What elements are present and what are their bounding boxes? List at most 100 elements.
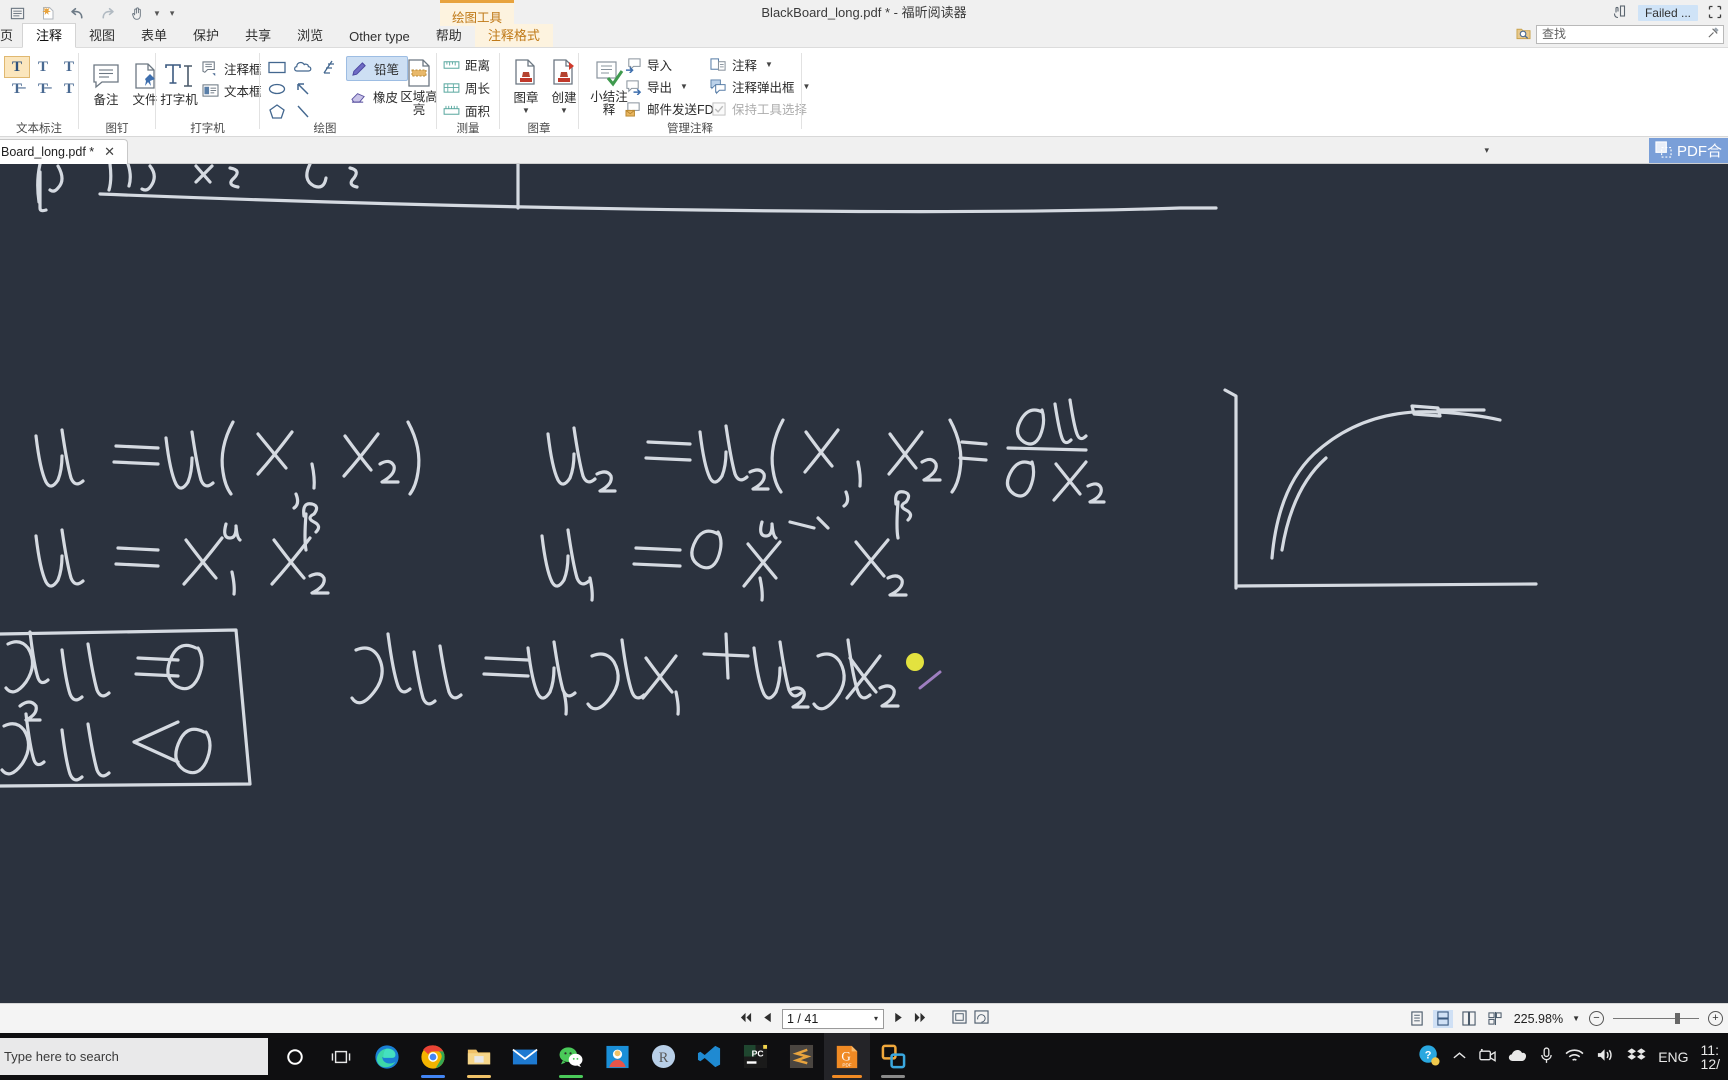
photos-icon[interactable] bbox=[594, 1033, 640, 1080]
restore-window-icon[interactable] bbox=[1708, 5, 1722, 22]
close-icon[interactable]: ✕ bbox=[104, 144, 115, 160]
mail-icon[interactable] bbox=[502, 1033, 548, 1080]
cortana-icon[interactable] bbox=[272, 1033, 318, 1080]
tab-form[interactable]: 表单 bbox=[128, 24, 180, 47]
area-measure-button[interactable]: 面积 bbox=[443, 101, 490, 120]
vmware-icon[interactable] bbox=[870, 1033, 916, 1080]
cloud-shape-icon[interactable] bbox=[290, 56, 316, 78]
annotation-list-caret-icon[interactable]: ▼ bbox=[765, 60, 773, 69]
export-caret-icon[interactable]: ▼ bbox=[680, 82, 688, 91]
search-folder-icon[interactable] bbox=[1516, 26, 1531, 43]
create-stamp-caret-icon[interactable]: ▼ bbox=[560, 106, 568, 115]
help-support-icon[interactable]: ? bbox=[1418, 1044, 1440, 1069]
failed-status-label[interactable]: Failed ... bbox=[1637, 5, 1698, 21]
microsoft-edge-icon[interactable] bbox=[364, 1033, 410, 1080]
rstudio-icon[interactable]: R bbox=[640, 1033, 686, 1080]
textbox-button[interactable]: 文本框 bbox=[202, 81, 262, 100]
customize-qat-icon[interactable]: ▾ bbox=[170, 8, 175, 19]
save-icon[interactable] bbox=[7, 3, 28, 24]
chevron-down-icon[interactable]: ▾ bbox=[1484, 145, 1489, 156]
tab-view[interactable]: 视图 bbox=[76, 24, 128, 47]
page-number-input[interactable]: 1 / 41 ▾ bbox=[782, 1008, 884, 1029]
search-go-icon[interactable] bbox=[1707, 26, 1720, 42]
redo-icon[interactable] bbox=[97, 3, 118, 24]
typewriter-button[interactable]: 打字机 bbox=[158, 56, 200, 107]
single-page-view[interactable] bbox=[1407, 1010, 1427, 1028]
new-document-icon[interactable] bbox=[37, 3, 58, 24]
two-page-continuous-view[interactable] bbox=[1485, 1010, 1505, 1028]
tab-help[interactable]: 帮助 bbox=[423, 24, 475, 47]
two-page-view[interactable] bbox=[1459, 1010, 1479, 1028]
taskbar-clock[interactable]: 11: 12/ bbox=[1701, 1043, 1720, 1071]
camera-icon[interactable] bbox=[1479, 1048, 1496, 1065]
dropbox-icon[interactable] bbox=[1627, 1047, 1646, 1066]
ellipse-shape-icon[interactable] bbox=[264, 78, 290, 100]
pdf-combine-button[interactable]: PDF合 bbox=[1648, 138, 1728, 163]
fit-page-icon[interactable] bbox=[952, 1010, 967, 1027]
zoom-dropdown-icon[interactable]: ▼ bbox=[1572, 1014, 1580, 1023]
zoom-in-button[interactable]: + bbox=[1708, 1011, 1723, 1026]
zoom-slider[interactable] bbox=[1613, 1013, 1699, 1024]
microphone-icon[interactable] bbox=[1540, 1046, 1553, 1067]
tab-protect[interactable]: 保护 bbox=[180, 24, 232, 47]
keep-tool-selected-checkbox[interactable]: 保持工具选择 bbox=[710, 99, 807, 118]
previous-page-button[interactable] bbox=[762, 1011, 773, 1027]
volume-icon[interactable] bbox=[1596, 1047, 1615, 1066]
annotation-popup-button[interactable]: 注释弹出框 ▼ bbox=[710, 77, 810, 96]
pdf-page-canvas[interactable] bbox=[0, 164, 1728, 1003]
sublime-text-icon[interactable] bbox=[778, 1033, 824, 1080]
area-highlight-button[interactable]: 区域高亮 bbox=[398, 54, 440, 117]
annotation-popup-caret-icon[interactable]: ▼ bbox=[803, 82, 811, 91]
show-hidden-icons-chevron[interactable] bbox=[1452, 1049, 1467, 1065]
ribbon-group-text-markup: T T T T̶ T̶ T 文本标注 bbox=[0, 48, 78, 137]
tab-comment-format[interactable]: 注释格式 bbox=[474, 24, 553, 47]
line-shape-icon[interactable] bbox=[290, 100, 316, 122]
tab-page[interactable]: 页 bbox=[0, 24, 22, 47]
rectangle-shape-icon[interactable] bbox=[264, 56, 290, 78]
touch-mode-icon[interactable] bbox=[1612, 4, 1628, 22]
annotation-list-button[interactable]: 注释 ▼ bbox=[710, 55, 773, 74]
mail-send-fdf-button[interactable]: 邮件发送FDF bbox=[625, 99, 721, 118]
polygon-shape-icon[interactable] bbox=[264, 100, 290, 122]
pycharm-icon[interactable]: PC bbox=[732, 1033, 778, 1080]
tab-comment[interactable]: 注释 bbox=[22, 23, 77, 48]
import-annotations-button[interactable]: 导入 bbox=[625, 55, 672, 74]
file-explorer-icon[interactable] bbox=[456, 1033, 502, 1080]
export-annotations-button[interactable]: 导出 ▼ bbox=[625, 77, 688, 96]
callout-button[interactable]: 注释框 bbox=[202, 59, 262, 78]
arrow-shape-icon[interactable] bbox=[290, 78, 316, 100]
tab-other-type[interactable]: Other type bbox=[336, 28, 423, 47]
search-input[interactable]: 查找 bbox=[1536, 25, 1724, 44]
task-view-icon[interactable] bbox=[318, 1033, 364, 1080]
google-chrome-icon[interactable] bbox=[410, 1033, 456, 1080]
wifi-icon[interactable] bbox=[1565, 1048, 1584, 1066]
tab-browse[interactable]: 浏览 bbox=[284, 24, 336, 47]
next-page-button[interactable] bbox=[893, 1011, 904, 1027]
foxit-reader-icon[interactable]: G PDF bbox=[824, 1033, 870, 1080]
stamp-caret-icon[interactable]: ▼ bbox=[522, 106, 530, 115]
onedrive-icon[interactable] bbox=[1508, 1049, 1528, 1065]
replace-text-icon[interactable]: T̶ bbox=[30, 78, 56, 100]
hand-tool-icon[interactable] bbox=[127, 3, 148, 24]
language-indicator[interactable]: ENG bbox=[1658, 1049, 1688, 1065]
polyline-shape-icon[interactable] bbox=[316, 56, 342, 78]
squiggly-text-icon[interactable]: T bbox=[30, 56, 56, 78]
perimeter-measure-button[interactable]: 周长 bbox=[443, 78, 490, 97]
continuous-page-view[interactable] bbox=[1432, 1009, 1453, 1028]
wechat-icon[interactable] bbox=[548, 1033, 594, 1080]
zoom-out-button[interactable]: − bbox=[1589, 1011, 1604, 1026]
first-page-button[interactable] bbox=[739, 1011, 753, 1027]
page-dropdown-icon[interactable]: ▾ bbox=[874, 1014, 878, 1023]
vs-code-icon[interactable] bbox=[686, 1033, 732, 1080]
tab-share[interactable]: 共享 bbox=[232, 24, 284, 47]
strikeout-text-icon[interactable]: T̶ bbox=[4, 78, 30, 100]
highlight-text-icon[interactable]: T bbox=[4, 56, 30, 78]
document-tab[interactable]: Board_long.pdf * ✕ bbox=[0, 139, 128, 164]
rotate-view-icon[interactable] bbox=[974, 1010, 989, 1027]
distance-measure-button[interactable]: 距离 bbox=[443, 55, 490, 74]
zoom-slider-knob[interactable] bbox=[1675, 1013, 1680, 1024]
last-page-button[interactable] bbox=[913, 1011, 927, 1027]
undo-icon[interactable] bbox=[67, 3, 88, 24]
hand-tool-caret-icon[interactable]: ▼ bbox=[153, 9, 161, 18]
taskbar-search-input[interactable]: Type here to search bbox=[0, 1038, 268, 1075]
